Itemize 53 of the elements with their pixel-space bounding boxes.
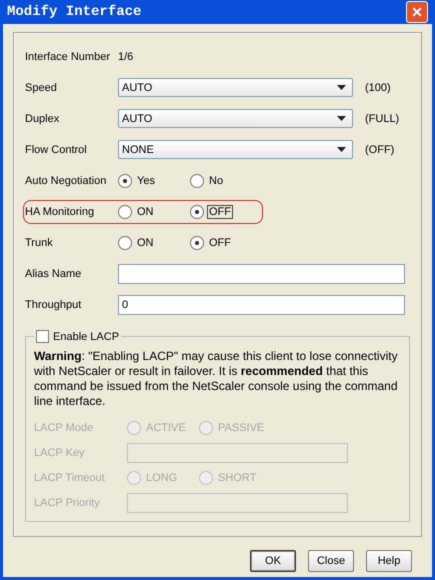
warning-text: Warning: "Enabling LACP" may cause this client to lose connectivity with NetScaler or result in failover. It is recommended that this command be issued from the NetScaler console using the command line interface. xyxy=(34,349,399,409)
radio-label: Yes xyxy=(136,174,156,186)
current-value: (100) xyxy=(365,82,391,94)
field-label: Duplex xyxy=(25,112,60,124)
radio-label: OFF xyxy=(208,236,232,248)
dialog-button[interactable]: OK xyxy=(250,550,296,572)
radio-button[interactable] xyxy=(199,420,213,434)
close-button[interactable]: × xyxy=(406,1,428,23)
dropdown-arrow-icon xyxy=(337,85,346,90)
input-field[interactable] xyxy=(118,264,405,284)
field-label: Throughput xyxy=(25,298,82,310)
dropdown[interactable]: AUTO xyxy=(118,78,353,97)
dropdown[interactable]: AUTO xyxy=(118,109,353,128)
input-field[interactable]: 0 xyxy=(118,294,405,314)
field-label: Trunk xyxy=(25,236,54,248)
field-label: Auto Negotiation xyxy=(25,174,108,186)
radio-button[interactable] xyxy=(199,470,213,484)
radio-label: No xyxy=(208,174,224,186)
radio-label: OFF xyxy=(208,206,232,218)
radio-button[interactable] xyxy=(190,204,204,218)
radio-label: ACTIVE xyxy=(145,422,187,434)
radio-button[interactable] xyxy=(127,470,141,484)
field-label: Speed xyxy=(25,82,58,94)
dialog-button[interactable]: Close xyxy=(308,550,354,572)
field-label: Flow Control xyxy=(25,144,88,156)
dropdown-arrow-icon xyxy=(337,147,346,152)
field-value: 1/6 xyxy=(118,50,134,62)
field-label: LACP Priority xyxy=(34,496,101,508)
field-label: Interface Number xyxy=(25,50,111,62)
radio-button[interactable] xyxy=(118,236,132,250)
field-label: LACP Mode xyxy=(34,422,94,434)
field-label: LACP Key xyxy=(34,446,86,458)
checkbox[interactable] xyxy=(36,330,49,343)
radio-button[interactable] xyxy=(118,204,132,218)
radio-label: PASSIVE xyxy=(217,422,266,434)
radio-button[interactable] xyxy=(127,420,141,434)
dropdown[interactable]: NONE xyxy=(118,140,353,159)
radio-label: LONG xyxy=(145,472,178,484)
radio-button[interactable] xyxy=(190,236,204,250)
radio-label: SHORT xyxy=(217,472,258,484)
radio-button[interactable] xyxy=(190,174,204,188)
dialog-button[interactable]: Help xyxy=(366,550,412,572)
current-value: (FULL) xyxy=(365,112,400,124)
current-value: (OFF) xyxy=(365,144,394,156)
checkbox-label: Enable LACP xyxy=(53,330,120,342)
radio-button[interactable] xyxy=(118,174,132,188)
radio-label: ON xyxy=(136,206,154,218)
field-label: LACP Timeout xyxy=(34,472,106,484)
window-title: Modify Interface xyxy=(7,4,142,20)
field-label: HA Monitoring xyxy=(25,206,96,218)
dropdown-arrow-icon xyxy=(337,116,346,121)
radio-label: ON xyxy=(136,236,154,248)
field-label: Alias Name xyxy=(25,268,82,280)
